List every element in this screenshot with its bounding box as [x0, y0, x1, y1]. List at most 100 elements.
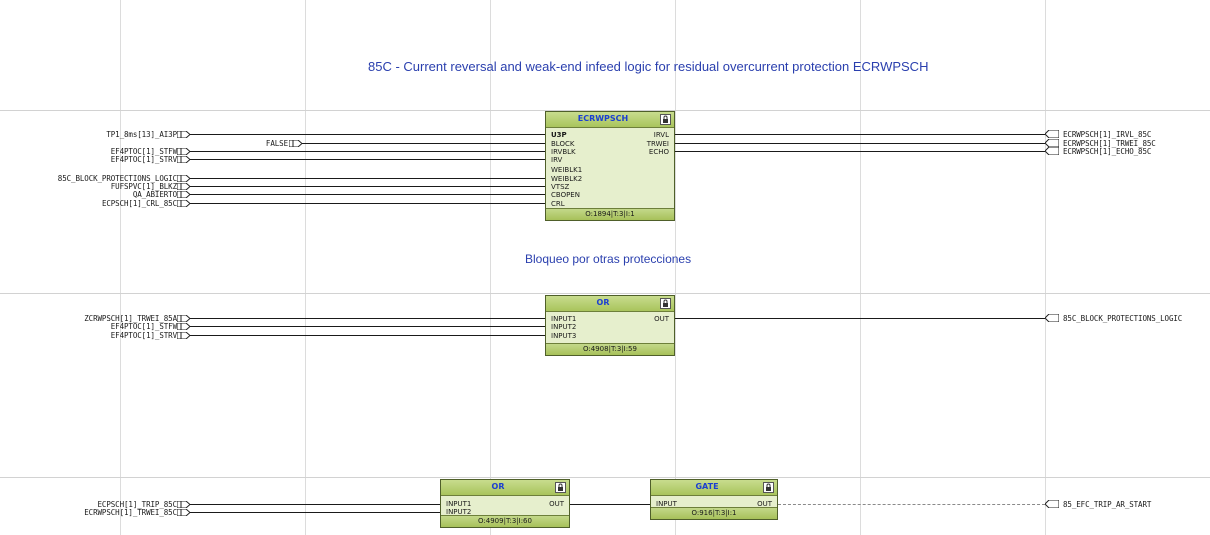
input-connector-icon: [177, 183, 190, 190]
signal-wire: [190, 159, 545, 160]
signal-wire: [190, 134, 545, 135]
function-block-gate[interactable]: GATE INPUT OUT O:916|T:3|I:1: [650, 479, 778, 520]
block-name: OR: [491, 482, 505, 491]
block-input-port[interactable]: U3P: [551, 131, 567, 139]
function-block-or[interactable]: OR INPUT1 INPUT2 OUT O:4909|T:3|I:60: [440, 479, 570, 528]
signal-wire: [190, 326, 545, 327]
signal-wire: [190, 335, 545, 336]
signal-wire: [675, 134, 1045, 135]
input-connector-icon: [177, 191, 190, 198]
lock-icon[interactable]: [660, 298, 671, 309]
block-output-port[interactable]: OUT: [549, 500, 564, 508]
grid-line: [490, 0, 491, 535]
grid-line: [120, 0, 121, 535]
block-input-port[interactable]: WEIBLK2: [551, 175, 582, 183]
signal-wire: [675, 151, 1045, 152]
output-connector-icon: [1045, 500, 1059, 508]
block-input-port[interactable]: CBOPEN: [551, 191, 580, 199]
lock-icon[interactable]: [555, 482, 566, 493]
signal-wire: [190, 194, 545, 195]
output-signal-label[interactable]: 85C_BLOCK_PROTECTIONS_LOGIC: [1063, 314, 1182, 323]
lock-icon[interactable]: [660, 114, 671, 125]
block-footer: O:1894|T:3|I:1: [546, 208, 674, 220]
input-connector-icon: [177, 323, 190, 330]
block-input-port[interactable]: INPUT1: [446, 500, 471, 508]
input-signal-label[interactable]: EF4PTOC[1]_STFW: [111, 322, 177, 331]
signal-wire: [675, 143, 1045, 144]
block-header: GATE: [651, 480, 777, 496]
input-connector-icon: [289, 140, 302, 147]
block-header: OR: [546, 296, 674, 312]
block-input-port[interactable]: IRVBLK: [551, 148, 576, 156]
grid-line: [0, 477, 1210, 478]
input-connector-icon: [177, 315, 190, 322]
output-signal-label[interactable]: ECRWPSCH[1]_ECHO_85C: [1063, 147, 1151, 156]
grid-line: [1045, 0, 1046, 535]
block-name: ECRWPSCH: [577, 114, 629, 123]
input-connector-icon: [177, 131, 190, 138]
block-footer-text: O:4908|T:3|I:59: [583, 345, 637, 353]
input-connector-icon: [177, 156, 190, 163]
input-signal-label[interactable]: QA_ABIERTO: [133, 190, 177, 199]
signal-wire: [190, 178, 545, 179]
input-signal-label[interactable]: ECRWPSCH[1]_TRWEI_85C: [84, 508, 177, 517]
signal-wire-dashed: [778, 504, 1045, 505]
input-connector-icon: [177, 332, 190, 339]
input-signal-label[interactable]: EF4PTOC[1]_STRV: [111, 155, 177, 164]
input-connector-icon: [177, 200, 190, 207]
block-footer-text: O:916|T:3|I:1: [691, 509, 737, 517]
block-input-port[interactable]: INPUT3: [551, 332, 576, 340]
block-output-port[interactable]: IRVL: [654, 131, 669, 139]
signal-wire: [190, 504, 440, 505]
input-signal-label[interactable]: FALSE: [266, 139, 288, 148]
function-block-or[interactable]: OR INPUT1 INPUT2 INPUT3 OUT O:4908|T:3|I…: [545, 295, 675, 356]
grid-line: [0, 293, 1210, 294]
grid-line: [860, 0, 861, 535]
signal-wire: [190, 151, 545, 152]
signal-wire: [190, 203, 545, 204]
input-connector-icon: [177, 175, 190, 182]
input-connector-icon: [177, 509, 190, 516]
block-footer: O:4908|T:3|I:59: [546, 343, 674, 355]
logic-diagram-canvas: 85C - Current reversal and weak-end infe…: [0, 0, 1210, 535]
block-output-port[interactable]: ECHO: [649, 148, 669, 156]
block-input-port[interactable]: BLOCK: [551, 140, 574, 148]
signal-wire: [675, 318, 1045, 319]
block-input-port[interactable]: INPUT1: [551, 315, 576, 323]
signal-wire: [190, 186, 545, 187]
block-input-port[interactable]: CRL: [551, 200, 565, 208]
function-block-ecrwpsch[interactable]: ECRWPSCH U3P BLOCK IRVBLK IRV WEIBLK1 WE…: [545, 111, 675, 221]
grid-line: [305, 0, 306, 535]
output-connector-icon: [1045, 130, 1059, 138]
block-input-port[interactable]: VTSZ: [551, 183, 569, 191]
diagram-title: 85C - Current reversal and weak-end infe…: [368, 59, 929, 74]
input-signal-label[interactable]: TP1_8ms[13]_AI3P: [106, 130, 177, 139]
output-connector-icon: [1045, 147, 1059, 155]
block-input-port[interactable]: INPUT2: [551, 323, 576, 331]
input-signal-label[interactable]: EF4PTOC[1]_STRV: [111, 331, 177, 340]
block-header: ECRWPSCH: [546, 112, 674, 128]
input-signal-label[interactable]: ECPSCH[1]_CRL_85C: [102, 199, 177, 208]
signal-wire: [302, 143, 545, 144]
block-name: GATE: [695, 482, 719, 491]
output-signal-label[interactable]: ECRWPSCH[1]_IRVL_85C: [1063, 130, 1151, 139]
block-footer: O:4909|T:3|I:60: [441, 515, 569, 527]
output-signal-label[interactable]: 85_EFC_TRIP_AR_START: [1063, 500, 1151, 509]
block-output-port[interactable]: TRWEI: [647, 140, 669, 148]
section-title: Bloqueo por otras protecciones: [525, 252, 692, 266]
signal-wire: [190, 318, 545, 319]
block-input-port[interactable]: IRV: [551, 156, 562, 164]
block-output-port[interactable]: OUT: [654, 315, 669, 323]
input-connector-icon: [177, 501, 190, 508]
grid-line: [675, 0, 676, 535]
block-footer-text: O:1894|T:3|I:1: [585, 210, 635, 218]
block-footer-text: O:4909|T:3|I:60: [478, 517, 532, 525]
block-input-port[interactable]: WEIBLK1: [551, 166, 582, 174]
signal-wire: [570, 504, 650, 505]
block-name: OR: [596, 298, 610, 307]
block-header: OR: [441, 480, 569, 496]
signal-wire: [190, 512, 440, 513]
input-connector-icon: [177, 148, 190, 155]
output-connector-icon: [1045, 139, 1059, 147]
lock-icon[interactable]: [763, 482, 774, 493]
